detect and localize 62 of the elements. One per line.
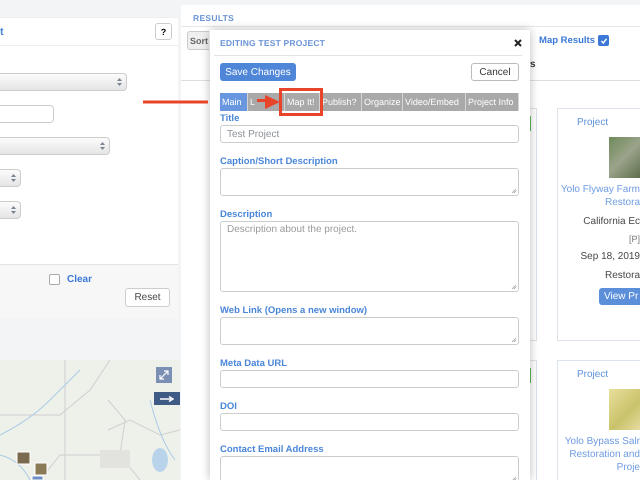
text-area[interactable]: Description about the project. xyxy=(220,221,519,292)
save-changes-button[interactable]: Save Changes xyxy=(220,63,296,81)
field-label: Caption/Short Description xyxy=(220,156,339,168)
photo-placeholder xyxy=(609,137,640,178)
tag-text: [P] xyxy=(628,234,640,244)
date-text: Sep 18, 2019 xyxy=(580,250,640,263)
expand-icon xyxy=(159,370,169,380)
tab[interactable]: Main xyxy=(220,93,248,111)
reset-button[interactable]: Reset xyxy=(125,288,170,308)
tab[interactable]: Organize xyxy=(362,93,403,111)
input-field[interactable]: Test Project xyxy=(220,125,519,143)
select-field[interactable] xyxy=(0,169,21,187)
card-type-label: Project xyxy=(577,369,608,381)
sort-arrows-icon xyxy=(100,142,105,150)
sort-arrows-icon xyxy=(11,206,16,214)
field-label: Description xyxy=(220,209,274,221)
help-button[interactable]: ? xyxy=(155,23,172,40)
text-area[interactable] xyxy=(220,456,519,480)
text-area[interactable] xyxy=(220,317,519,345)
tab[interactable]: Publish? xyxy=(320,93,362,111)
select-field[interactable] xyxy=(0,201,21,219)
results-heading: RESULTS xyxy=(193,13,234,25)
field-label: Contact Email Address xyxy=(220,444,325,456)
tab[interactable]: Map It! xyxy=(285,93,320,111)
close-icon[interactable] xyxy=(514,38,522,46)
text-area[interactable] xyxy=(220,168,519,196)
heading-fragment: s xyxy=(529,58,537,70)
modal-title: EDITING TEST PROJECT xyxy=(220,38,326,48)
input-field[interactable] xyxy=(0,105,54,123)
card-title-link[interactable]: Yolo Flyway Farm Restora xyxy=(560,183,640,209)
resize-grip-icon[interactable] xyxy=(511,284,517,290)
card-title-link[interactable]: Yolo Bypass Salr Restoration and Proje xyxy=(564,435,640,474)
category-text: Restora xyxy=(604,269,640,282)
card-type-label: Project xyxy=(577,117,608,129)
input-field[interactable] xyxy=(220,370,519,388)
tab[interactable]: Project Info xyxy=(466,93,519,111)
tab[interactable]: Video/Embed xyxy=(403,93,466,111)
checkbox[interactable] xyxy=(49,274,60,286)
arrow-button[interactable] xyxy=(154,392,180,406)
sort-arrows-icon xyxy=(11,174,16,182)
map-drawing[interactable] xyxy=(0,360,180,480)
field-label: DOI xyxy=(220,401,238,413)
panel-title: t xyxy=(0,26,4,38)
select-field[interactable] xyxy=(0,137,110,155)
sort-arrows-icon xyxy=(117,78,122,86)
view-project-button[interactable]: View Pr xyxy=(599,288,640,305)
clear-label[interactable]: Clear xyxy=(67,274,92,286)
field-label: Title xyxy=(220,113,240,125)
organization-text: California Ec xyxy=(583,215,640,228)
resize-grip-icon[interactable] xyxy=(511,337,517,343)
checkbox[interactable] xyxy=(598,35,609,46)
map-results-label[interactable]: Map Results xyxy=(539,35,595,46)
right-arrow-icon xyxy=(160,396,174,402)
expand-button[interactable] xyxy=(156,367,172,384)
cancel-button[interactable]: Cancel xyxy=(471,63,519,81)
resize-grip-icon[interactable] xyxy=(511,188,517,194)
field-label: Meta Data URL xyxy=(220,358,288,370)
input-field[interactable] xyxy=(220,413,519,431)
sort-button[interactable]: Sort xyxy=(187,31,209,50)
photo-placeholder xyxy=(609,389,640,430)
field-label: Web Link (Opens a new window) xyxy=(220,305,368,317)
select-field[interactable] xyxy=(0,73,127,91)
